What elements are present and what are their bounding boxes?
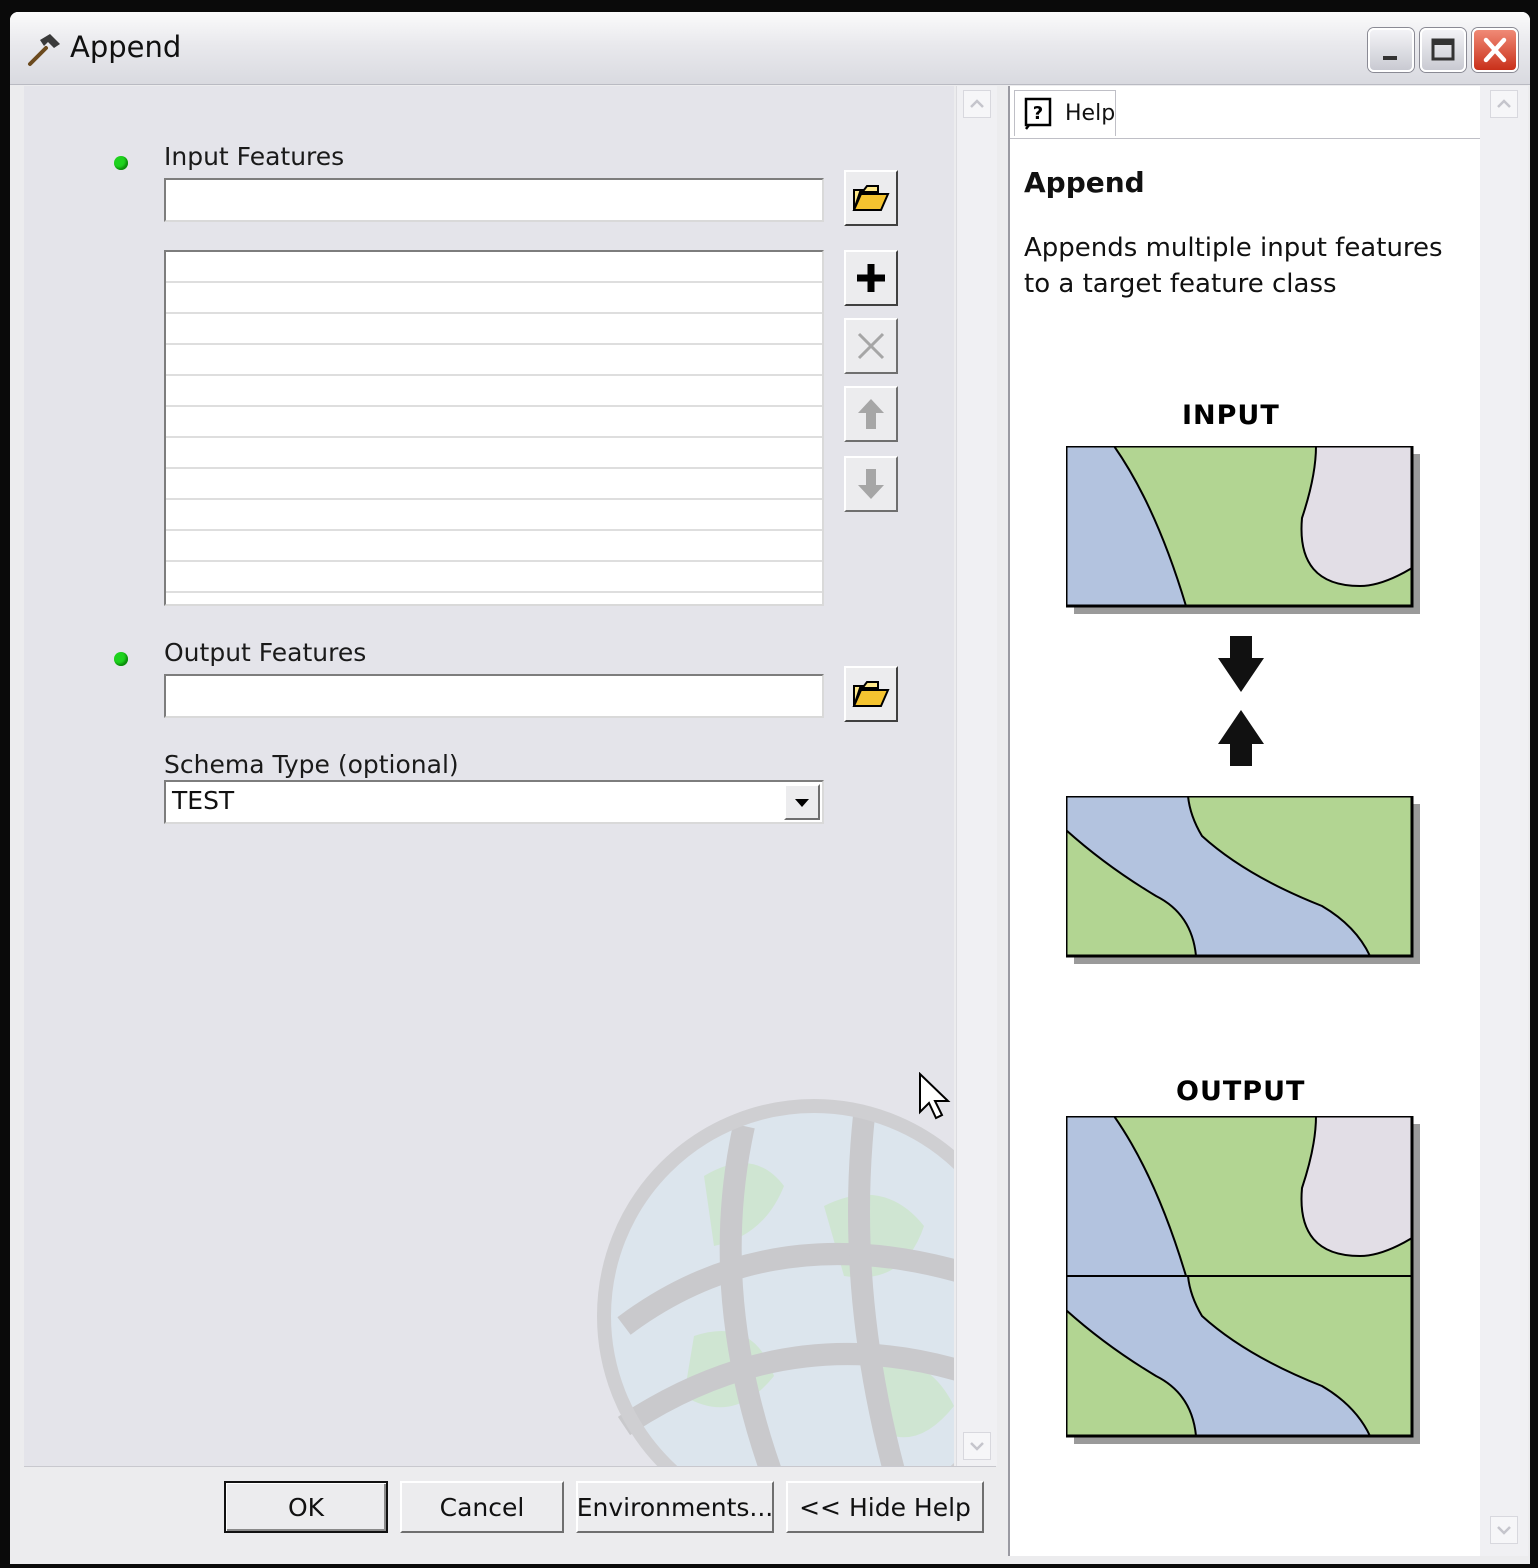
append-dialog: Append Input Features Output Features Sc…: [10, 12, 1530, 1564]
help-scroll-down-button[interactable]: [1490, 1516, 1518, 1544]
close-button[interactable]: [1472, 28, 1518, 72]
button-bar: OK Cancel Environments... << Hide Help: [24, 1466, 996, 1564]
chevron-down-icon: [795, 799, 809, 807]
output-map-illustration: [1066, 1116, 1420, 1444]
help-panel: ? Help Append Appends multiple input fea…: [1008, 86, 1480, 1556]
cursor-icon: [919, 1072, 951, 1120]
help-tab-label: Help: [1065, 101, 1116, 126]
browse-output-button[interactable]: [844, 666, 898, 722]
move-up-icon: [858, 399, 884, 429]
help-scroll-up-button[interactable]: [1490, 90, 1518, 118]
folder-open-icon: [852, 681, 890, 707]
delete-button[interactable]: [844, 318, 898, 374]
schema-type-select[interactable]: TEST: [164, 780, 824, 824]
output-caption: OUTPUT: [1176, 1076, 1306, 1107]
arrow-up-icon: [1218, 710, 1264, 766]
target-map-illustration: [1066, 796, 1420, 964]
folder-open-icon: [852, 185, 890, 211]
arrow-down-icon: [1218, 636, 1264, 692]
output-features-label: Output Features: [164, 638, 367, 667]
move-down-icon: [858, 469, 884, 499]
input-features-label: Input Features: [164, 142, 345, 171]
input-features-list[interactable]: [164, 250, 824, 606]
schema-type-dropdown-button[interactable]: [784, 784, 820, 820]
help-tab-bar: ? Help: [1010, 86, 1480, 139]
globe-watermark: [597, 1099, 954, 1466]
window-title: Append: [70, 30, 182, 64]
scroll-up-button[interactable]: [963, 90, 991, 118]
chevron-down-icon: [970, 1442, 984, 1451]
add-button[interactable]: [844, 250, 898, 306]
environments-button[interactable]: Environments...: [576, 1481, 774, 1533]
tab-help[interactable]: ? Help: [1014, 90, 1116, 136]
help-description: Appends multiple input features to a tar…: [1024, 233, 1443, 299]
move-up-button[interactable]: [844, 386, 898, 442]
required-indicator: [114, 156, 128, 170]
required-indicator: [114, 652, 128, 666]
hide-help-button[interactable]: << Hide Help: [786, 1481, 984, 1533]
schema-type-label: Schema Type (optional): [164, 750, 459, 779]
title-bar[interactable]: Append: [10, 12, 1530, 85]
delete-icon: [857, 332, 885, 360]
schema-type-value: TEST: [172, 786, 235, 815]
maximize-icon: [1431, 38, 1455, 61]
chevron-up-icon: [1497, 99, 1511, 108]
input-features-field[interactable]: [164, 178, 824, 222]
minimize-button[interactable]: [1368, 28, 1414, 72]
help-scrollbar[interactable]: [1480, 86, 1528, 1556]
output-features-field[interactable]: [164, 674, 824, 718]
close-icon: [1483, 37, 1507, 63]
chevron-up-icon: [970, 99, 984, 108]
help-icon: ?: [1024, 97, 1052, 130]
ok-button[interactable]: OK: [224, 1481, 388, 1533]
add-icon: [857, 264, 885, 292]
browse-input-button[interactable]: [844, 170, 898, 226]
chevron-down-icon: [1497, 1526, 1511, 1535]
hammer-icon: [28, 34, 60, 66]
maximize-button[interactable]: [1420, 28, 1466, 72]
move-down-button[interactable]: [844, 456, 898, 512]
svg-text:?: ?: [1033, 103, 1043, 124]
minimize-icon: [1383, 56, 1397, 60]
parameters-scrollbar[interactable]: [956, 86, 997, 1466]
parameters-panel: Input Features Output Features Schema Ty…: [24, 86, 954, 1466]
input-map-illustration: [1066, 446, 1420, 614]
input-caption: INPUT: [1182, 400, 1280, 431]
scroll-down-button[interactable]: [963, 1432, 991, 1460]
cancel-button[interactable]: Cancel: [400, 1481, 564, 1533]
help-title: Append: [1024, 166, 1145, 199]
